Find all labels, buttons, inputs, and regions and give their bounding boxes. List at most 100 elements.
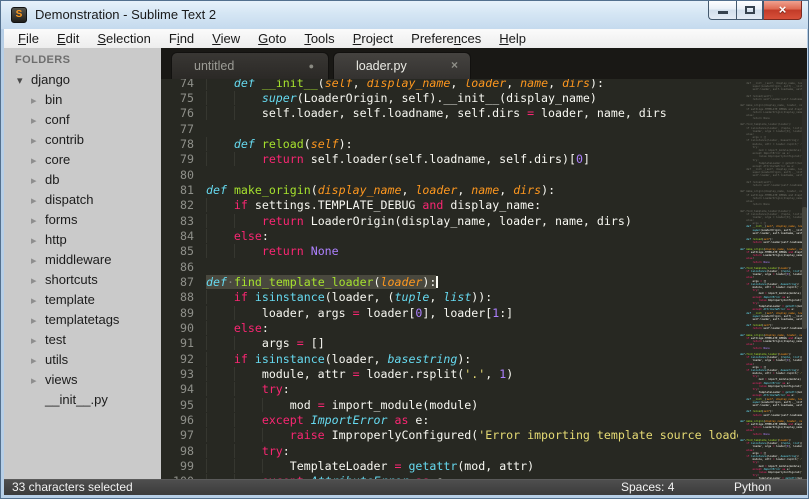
sidebar-item-contrib[interactable]: ▸ contrib <box>4 130 161 150</box>
menu-item-view[interactable]: View <box>203 29 249 48</box>
menu-item-selection[interactable]: Selection <box>88 29 159 48</box>
code-line[interactable]: 90 else: <box>161 321 807 336</box>
code-line[interactable]: 86 <box>161 260 807 275</box>
code-line[interactable]: 79 return self.loader(self.loadname, sel… <box>161 152 807 167</box>
code-line[interactable]: 88 if isinstance(loader, (tuple, list)): <box>161 290 807 305</box>
code-line[interactable]: 93 module, attr = loader.rsplit('.', 1) <box>161 367 807 382</box>
text-cursor <box>436 275 439 288</box>
tab-label: untitled <box>194 59 235 73</box>
maximize-button[interactable] <box>736 1 763 20</box>
indent-status[interactable]: Spaces: 4 <box>621 480 674 495</box>
line-number: 79 <box>180 152 194 167</box>
code-area[interactable]: 74 def __init__(self, display_name, load… <box>161 76 807 480</box>
sidebar-item-test[interactable]: ▸ test <box>4 330 161 350</box>
code-line[interactable]: 98 try: <box>161 444 807 459</box>
menu-item-find[interactable]: Find <box>160 29 203 48</box>
disclosure-triangle-icon[interactable]: ▸ <box>31 371 45 391</box>
sidebar-item-core[interactable]: ▸ core <box>4 150 161 170</box>
line-number: 87 <box>180 274 194 289</box>
scrollbar-track[interactable] <box>802 79 807 479</box>
minimize-icon <box>718 11 728 14</box>
sidebar-item-shortcuts[interactable]: ▸ shortcuts <box>4 270 161 290</box>
code-line[interactable]: 75 super(LoaderOrigin, self).__init__(di… <box>161 91 807 106</box>
disclosure-triangle-icon[interactable]: ▸ <box>31 251 45 271</box>
sidebar-item-templatetags[interactable]: ▸ templatetags <box>4 310 161 330</box>
code-line[interactable]: 89 loader, args = loader[0], loader[1:] <box>161 306 807 321</box>
disclosure-triangle-icon[interactable]: ▸ <box>31 211 45 231</box>
disclosure-triangle-icon[interactable]: ▸ <box>31 151 45 171</box>
sidebar-item-label: middleware <box>45 252 112 267</box>
sidebar-item-conf[interactable]: ▸ conf <box>4 110 161 130</box>
minimize-button[interactable] <box>708 1 736 20</box>
sidebar-item-middleware[interactable]: ▸ middleware <box>4 250 161 270</box>
code-line[interactable]: 78 def reload(self): <box>161 137 807 152</box>
code-line[interactable]: 85 return None <box>161 244 807 259</box>
disclosure-triangle-icon[interactable]: ▸ <box>31 171 45 191</box>
sidebar-item-label: __init__.py <box>45 392 108 407</box>
line-number: 81 <box>180 182 194 197</box>
code-line[interactable]: 91 args = [] <box>161 336 807 351</box>
close-button[interactable]: × <box>763 1 802 20</box>
sidebar-item-label: bin <box>45 92 63 107</box>
modified-dot-icon: ● <box>308 61 314 71</box>
code-line[interactable]: 94 try: <box>161 382 807 397</box>
line-number: 90 <box>180 321 194 335</box>
line-number: 91 <box>180 336 194 351</box>
code-line[interactable]: 84 else: <box>161 229 807 244</box>
line-number: 82 <box>180 198 194 213</box>
code-line[interactable]: 95 mod = import_module(module) <box>161 398 807 413</box>
code-line[interactable]: 82 if settings.TEMPLATE_DEBUG and displa… <box>161 198 807 213</box>
menu-item-tools[interactable]: Tools <box>295 29 343 48</box>
menu-item-edit[interactable]: Edit <box>48 29 88 48</box>
sidebar-item-bin[interactable]: ▸ bin <box>4 90 161 110</box>
disclosure-triangle-icon[interactable]: ▸ <box>31 131 45 151</box>
code-line[interactable]: 96 except ImportError as e: <box>161 413 807 428</box>
code-line[interactable]: 83 return LoaderOrigin(display_name, loa… <box>161 214 807 229</box>
window: S Demonstration - Sublime Text 2 × File E… <box>0 0 809 499</box>
menu-item-help[interactable]: Help <box>490 29 535 48</box>
code-line[interactable]: 80 <box>161 168 807 183</box>
menu-item-preferences[interactable]: Preferences <box>402 29 490 48</box>
code-line[interactable]: 76 self.loader, self.loadname, self.dirs… <box>161 106 807 121</box>
menu-item-file[interactable]: File <box>9 29 48 48</box>
editor: untitled ● loader.py × 74 def __init__(self… <box>161 48 807 479</box>
code-line[interactable]: 77 <box>161 122 807 137</box>
syntax-status[interactable]: Python <box>734 480 771 495</box>
disclosure-triangle-icon[interactable]: ▸ <box>31 271 45 291</box>
scrollbar-thumb[interactable] <box>802 207 807 329</box>
sidebar-item-utils[interactable]: ▸ utils <box>4 350 161 370</box>
code-line[interactable]: 99 TemplateLoader = getattr(mod, attr) <box>161 459 807 474</box>
line-number: 85 <box>180 244 194 259</box>
title-bar[interactable]: S Demonstration - Sublime Text 2 × <box>1 1 808 29</box>
sidebar-item-template[interactable]: ▸ template <box>4 290 161 310</box>
sidebar-item-django[interactable]: ▾ django <box>4 70 161 90</box>
disclosure-triangle-icon[interactable]: ▸ <box>31 331 45 351</box>
disclosure-triangle-icon[interactable]: ▸ <box>31 191 45 211</box>
code-line[interactable]: 81 def make_origin(display_name, loader, … <box>161 183 807 198</box>
tab-loader-py[interactable]: loader.py × <box>333 52 471 79</box>
sidebar-item-dispatch[interactable]: ▸ dispatch <box>4 190 161 210</box>
disclosure-triangle-icon[interactable]: ▸ <box>31 351 45 371</box>
menu-item-project[interactable]: Project <box>344 29 402 48</box>
disclosure-triangle-icon[interactable]: ▸ <box>31 291 45 311</box>
sidebar-item-db[interactable]: ▸ db <box>4 170 161 190</box>
code-line[interactable]: 87 def·find_template_loader(loader): <box>161 274 807 290</box>
sidebar-item-forms[interactable]: ▸ forms <box>4 210 161 230</box>
close-tab-icon[interactable]: × <box>451 53 458 78</box>
disclosure-triangle-icon[interactable]: ▸ <box>31 231 45 251</box>
disclosure-triangle-icon[interactable]: ▸ <box>31 111 45 131</box>
minimap[interactable]: def __init__(self, display_name, loader,… <box>738 79 802 479</box>
disclosure-triangle-icon[interactable]: ▾ <box>17 71 31 91</box>
line-number: 100 <box>161 474 194 479</box>
sidebar-item--init-py[interactable]: __init__.py <box>4 390 161 410</box>
code-line[interactable]: 92 if isinstance(loader, basestring): <box>161 352 807 367</box>
line-number: 94 <box>180 382 194 397</box>
code-line[interactable]: 97 raise ImproperlyConfigured('Error imp… <box>161 428 807 443</box>
disclosure-triangle-icon[interactable]: ▸ <box>31 91 45 111</box>
sidebar-item-views[interactable]: ▸ views <box>4 370 161 390</box>
menu-item-goto[interactable]: Goto <box>249 29 295 48</box>
code-line[interactable]: 100 except AttributeError as e: <box>161 474 807 479</box>
sidebar-item-http[interactable]: ▸ http <box>4 230 161 250</box>
disclosure-triangle-icon[interactable]: ▸ <box>31 311 45 331</box>
tab-untitled[interactable]: untitled ● <box>171 52 329 79</box>
